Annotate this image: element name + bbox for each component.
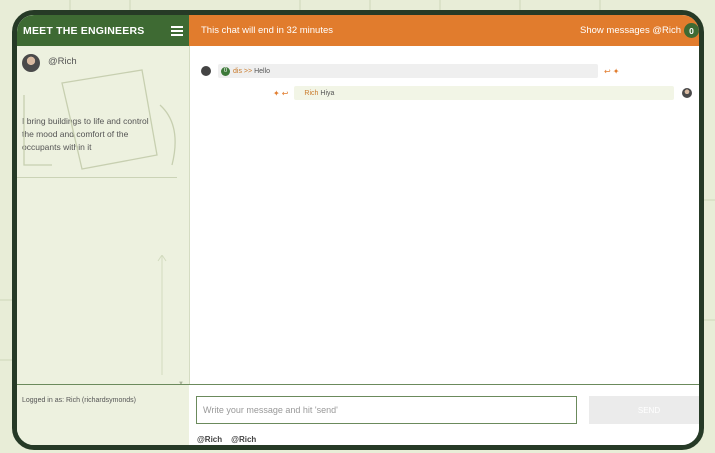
sidebar-divider	[17, 177, 177, 178]
sidebar-footer: Logged in as: Rich (richardsymonds)	[17, 384, 189, 445]
message-count-badge: 0	[684, 23, 699, 38]
mention-chip[interactable]: @Rich	[231, 435, 256, 444]
show-messages-button[interactable]: Show messages @Rich 0	[580, 23, 699, 38]
send-button[interactable]: SEND	[589, 396, 699, 424]
message-list: 0 dis >> Hello ↩ ✦ ✦ ↩ Rich Hiya	[189, 46, 699, 390]
message-sender: dis >>	[233, 67, 253, 75]
sidebar-header: MEET THE ENGINEERS	[17, 15, 189, 46]
mention-list: @Rich @Rich	[197, 435, 256, 444]
chat-topbar: This chat will end in 32 minutes Show me…	[189, 15, 699, 46]
chat-timer: This chat will end in 32 minutes	[201, 25, 334, 36]
composer: SEND @Rich @Rich	[189, 384, 699, 445]
sender-avatar	[682, 88, 693, 98]
message-text: Hello	[254, 67, 271, 75]
logged-in-status: Logged in as: Rich (richardsymonds)	[22, 397, 136, 404]
hamburger-menu-icon[interactable]	[171, 25, 183, 36]
message-sender: Rich	[304, 89, 319, 97]
user-badge: 0	[221, 66, 230, 76]
reply-icon[interactable]: ↩	[282, 89, 289, 98]
reply-icon[interactable]: ↩	[604, 67, 611, 76]
comment-icon[interactable]: ✦	[273, 89, 280, 98]
message-input[interactable]	[196, 396, 577, 424]
sidebar-line-decoration	[157, 255, 167, 375]
message-row: 0 dis >> Hello ↩ ✦	[201, 64, 619, 78]
sidebar: MEET THE ENGINEERS @Rich I bring buildin…	[17, 15, 190, 445]
app-window: MEET THE ENGINEERS @Rich I bring buildin…	[12, 10, 704, 450]
message-text: Hiya	[320, 89, 335, 97]
mention-chip[interactable]: @Rich	[197, 435, 222, 444]
comment-icon[interactable]: ✦	[613, 67, 620, 76]
message-bubble: 0 dis >> Hello	[218, 64, 598, 78]
message-bubble: Rich Hiya	[294, 86, 675, 100]
message-row: ✦ ↩ Rich Hiya	[273, 86, 693, 100]
sender-avatar	[201, 66, 211, 76]
show-messages-label: Show messages @Rich	[580, 25, 681, 36]
sidebar-decoration	[23, 69, 176, 170]
app-title: MEET THE ENGINEERS	[23, 24, 145, 37]
